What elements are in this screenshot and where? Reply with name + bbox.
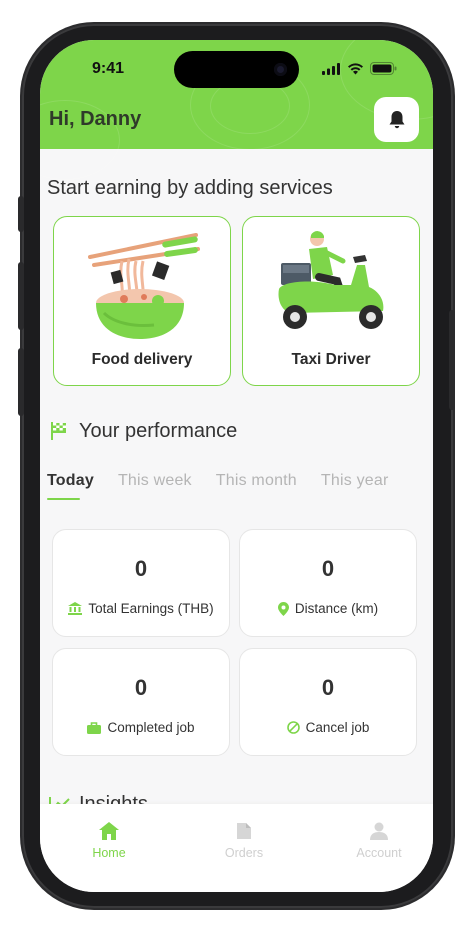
total-earnings-label: Total Earnings (THB) xyxy=(88,601,214,616)
cancel-job-value: 0 xyxy=(321,675,335,700)
status-icons xyxy=(322,62,397,75)
food-delivery-label: Food delivery xyxy=(91,351,193,368)
location-pin-icon xyxy=(277,601,289,616)
distance-label: Distance (km) xyxy=(294,601,379,616)
status-time: 9:41 xyxy=(92,60,125,77)
scooter-rider-illustration xyxy=(278,231,384,329)
taxi-driver-card[interactable]: Taxi Driver xyxy=(242,216,420,386)
app-screen: 9:41 Hi, Danny Start earning by adding s… xyxy=(40,40,433,892)
bell-icon xyxy=(389,110,404,128)
distance-value: 0 xyxy=(321,556,335,581)
distance-card: 0 Distance (km) xyxy=(239,529,417,637)
nav-home-label: Home xyxy=(92,846,126,860)
taxi-driver-label: Taxi Driver xyxy=(291,351,371,368)
mute-switch xyxy=(18,196,24,232)
services-title: Start earning by adding services xyxy=(47,177,333,199)
completed-job-label: Completed job xyxy=(107,720,195,735)
briefcase-icon xyxy=(87,721,102,734)
bottom-nav: Home Orders Account xyxy=(40,804,433,892)
signal-icon xyxy=(322,62,340,75)
greeting-text: Hi, Danny xyxy=(49,108,142,130)
camera-icon xyxy=(274,63,287,76)
document-icon xyxy=(237,823,251,839)
tab-this-month[interactable]: This month xyxy=(216,472,297,490)
period-tabs: Today This week This month This year xyxy=(47,472,413,490)
tab-today[interactable]: Today xyxy=(47,472,94,490)
user-icon xyxy=(370,822,388,840)
volume-up-button xyxy=(18,262,24,330)
battery-icon xyxy=(370,62,397,75)
nav-account[interactable]: Account xyxy=(329,822,429,860)
cancel-job-label: Cancel job xyxy=(305,720,370,735)
header: 9:41 Hi, Danny xyxy=(40,40,433,180)
notification-button[interactable] xyxy=(374,97,419,142)
nav-home[interactable]: Home xyxy=(59,822,159,860)
cancel-job-card: 0 Cancel job xyxy=(239,648,417,756)
volume-down-button xyxy=(18,348,24,416)
total-earnings-card: 0 Total Earnings (THB) xyxy=(52,529,230,637)
nav-orders-label: Orders xyxy=(224,846,264,860)
cancel-icon xyxy=(286,721,300,734)
total-earnings-value: 0 xyxy=(134,556,148,581)
dynamic-island xyxy=(174,51,299,88)
active-tab-indicator xyxy=(47,498,80,500)
nav-orders[interactable]: Orders xyxy=(194,822,294,860)
home-icon xyxy=(99,822,119,840)
noodle-bowl-illustration xyxy=(88,233,200,339)
food-delivery-card[interactable]: Food delivery xyxy=(53,216,231,386)
bank-icon xyxy=(68,602,83,615)
power-button xyxy=(449,310,455,410)
nav-account-label: Account xyxy=(356,846,402,860)
flag-icon xyxy=(51,422,66,440)
performance-title: Your performance xyxy=(79,420,238,442)
tab-this-year[interactable]: This year xyxy=(321,472,389,490)
tab-this-week[interactable]: This week xyxy=(118,472,192,490)
completed-job-card: 0 Completed job xyxy=(52,648,230,756)
completed-job-value: 0 xyxy=(134,675,148,700)
wifi-icon xyxy=(348,62,363,74)
